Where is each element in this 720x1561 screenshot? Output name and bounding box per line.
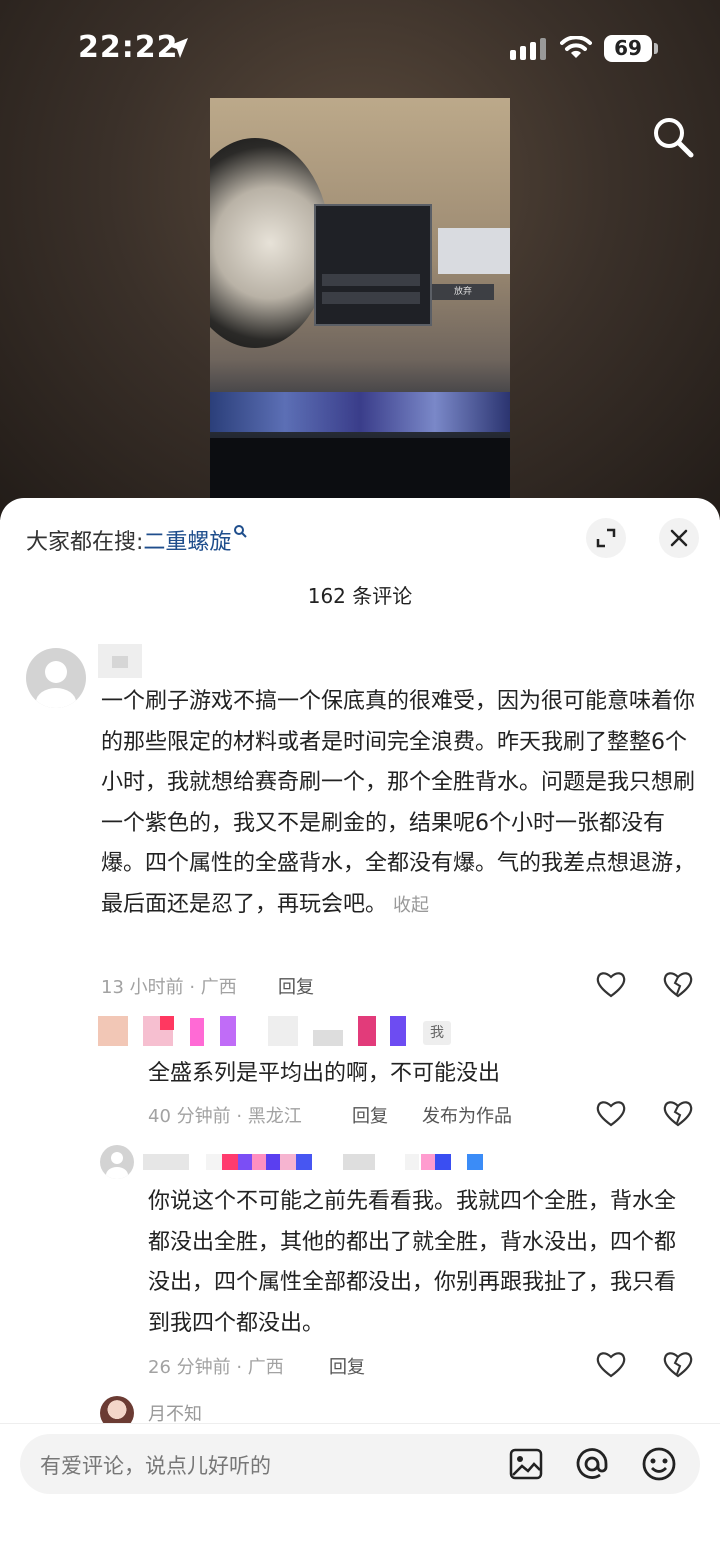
video-game-background [210, 392, 510, 432]
signal-icon [510, 38, 546, 60]
collapse-link[interactable]: 收起 [393, 895, 429, 916]
reply-button[interactable]: 回复 [278, 973, 314, 999]
close-button[interactable] [659, 518, 699, 558]
avatar[interactable] [26, 648, 86, 708]
video-game-wheel [210, 138, 330, 348]
video-game-cards [438, 228, 510, 274]
reply-text: 全盛系列是平均出的啊，不可能没出 [148, 1061, 501, 1086]
comment-input-placeholder: 有爱评论，说点儿好听的 [40, 1454, 271, 1478]
reply-text: 你说这个不可能之前先看看我。我就四个全胜，背水全都没出全胜，其他的都出了就全胜，… [148, 1189, 677, 1336]
reply-meta: 40 分钟前 · 黑龙江 [148, 1106, 302, 1127]
status-time: 22:22 [78, 30, 179, 65]
wifi-icon [560, 36, 592, 58]
publish-as-work-button[interactable]: 发布为作品 [422, 1102, 512, 1128]
avatar[interactable] [100, 1145, 134, 1179]
comment-text: 一个刷子游戏不搞一个保底真的很难受，因为很可能意味着你的那些限定的材料或者是时间… [101, 682, 701, 926]
heart-icon[interactable] [596, 970, 626, 998]
comment-input-bar: 有爱评论，说点儿好听的 [0, 1423, 720, 1561]
default-avatar-icon [36, 661, 76, 708]
default-avatar-icon [106, 1152, 128, 1179]
video-game-button: 放弃 [432, 284, 494, 300]
reply-button[interactable]: 回复 [329, 1353, 365, 1379]
video-content[interactable]: 放弃 [210, 98, 510, 500]
heart-icon[interactable] [596, 1350, 626, 1378]
battery-tip [654, 43, 658, 54]
status-bar: 22:22 69 [0, 0, 720, 100]
author-tag: 我 [423, 1021, 451, 1045]
battery-level: 69 [604, 35, 652, 62]
video-game-panel [314, 204, 432, 326]
reply-meta: 26 分钟前 · 广西 [148, 1357, 284, 1378]
expand-button[interactable] [586, 518, 626, 558]
comment-body: 一个刷子游戏不搞一个保底真的很难受，因为很可能意味着你的那些限定的材料或者是时间… [101, 689, 696, 917]
dislike-heart-icon[interactable] [663, 970, 693, 998]
reply-button[interactable]: 回复 [352, 1102, 388, 1128]
hot-search[interactable]: 大家都在搜:二重螺旋 [26, 524, 248, 556]
expand-icon [596, 528, 616, 548]
hot-search-keyword[interactable]: 二重螺旋 [143, 530, 231, 555]
comments-count: 162 条评论 [307, 584, 413, 608]
dislike-heart-icon[interactable] [663, 1099, 693, 1127]
dislike-heart-icon[interactable] [663, 1350, 693, 1378]
image-icon[interactable] [506, 1444, 546, 1484]
close-icon [670, 529, 688, 547]
heart-icon[interactable] [596, 1099, 626, 1127]
video-background[interactable]: 放弃 22:22 69 [0, 0, 720, 520]
hot-search-prefix: 大家都在搜: [26, 530, 144, 555]
small-search-icon [234, 525, 248, 538]
emoji-icon[interactable] [639, 1444, 679, 1484]
search-icon[interactable] [650, 114, 696, 160]
location-arrow-icon [168, 38, 188, 58]
comment-meta: 13 小时前 · 广西 [101, 977, 237, 998]
video-monitor-base [210, 438, 510, 500]
at-icon[interactable] [572, 1444, 612, 1484]
comment-input[interactable]: 有爱评论，说点儿好听的 [20, 1434, 700, 1494]
